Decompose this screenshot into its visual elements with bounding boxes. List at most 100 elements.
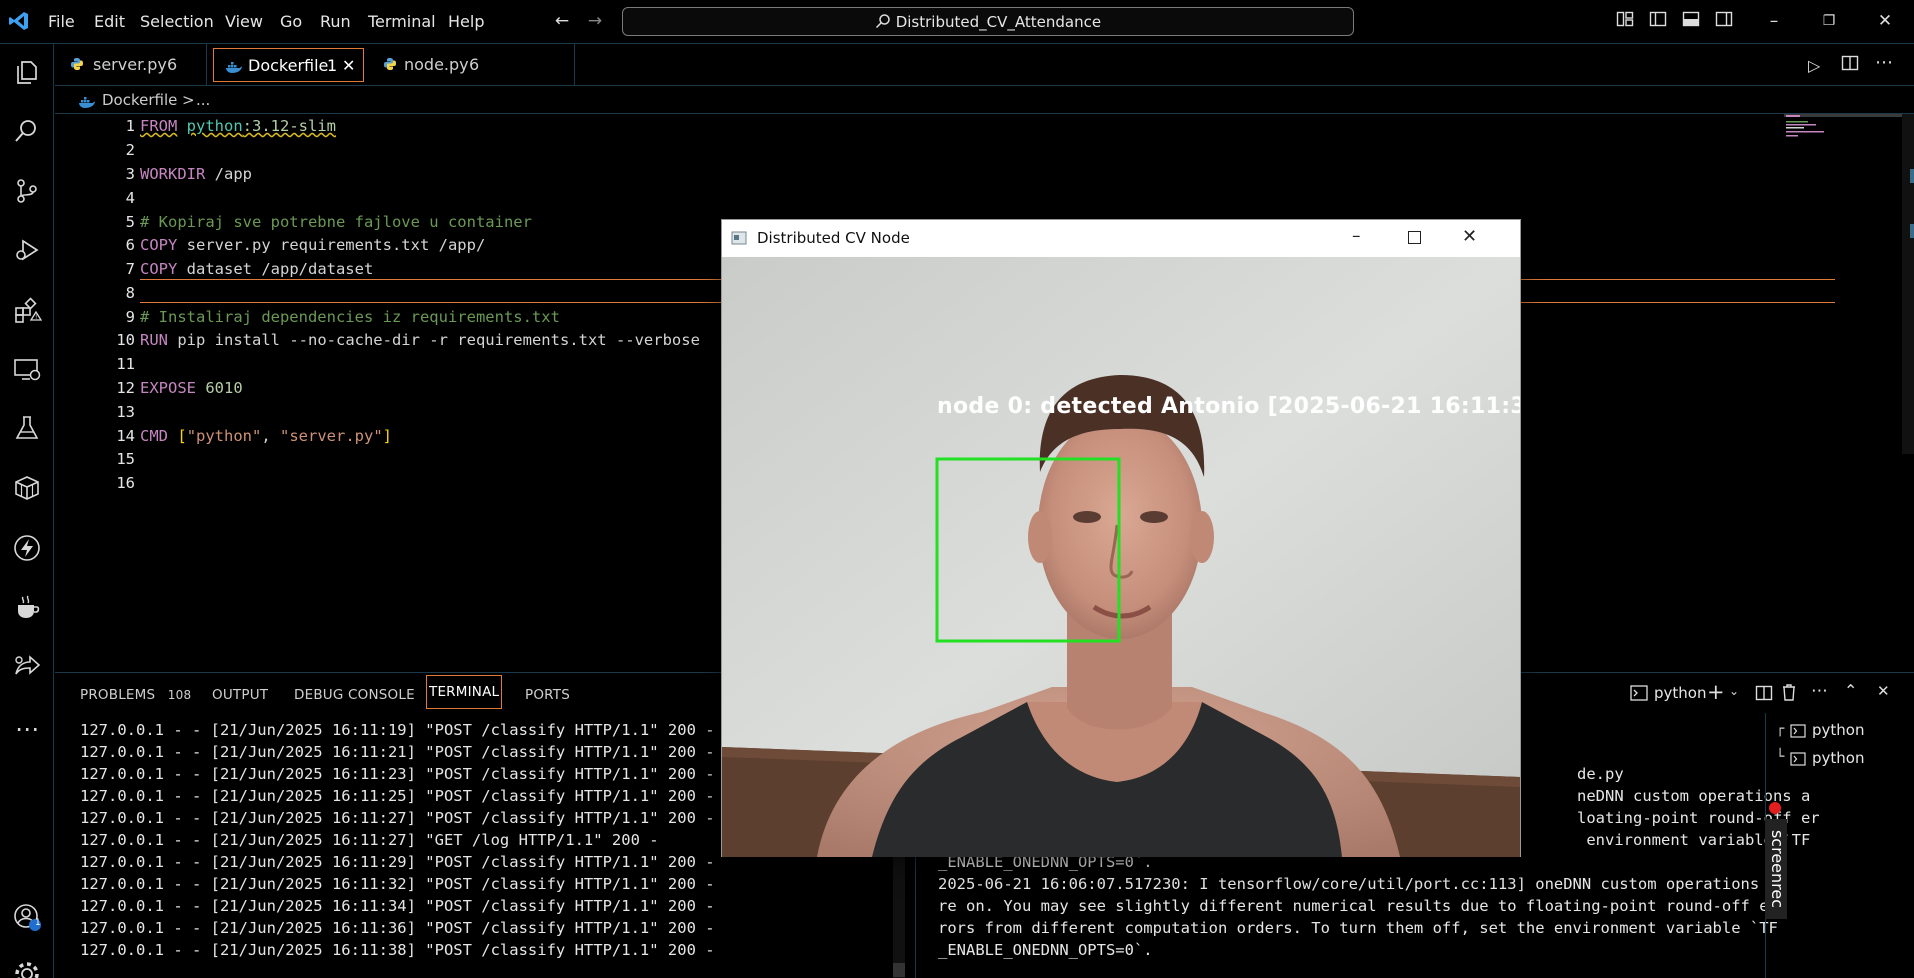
extensions-icon[interactable]: !	[10, 296, 44, 330]
minimap[interactable]	[1784, 114, 1909, 144]
search-text: Distributed_CV_Attendance	[895, 13, 1102, 31]
python-icon	[71, 55, 83, 74]
cv-node-window[interactable]: Distributed CV Node – ✕ node 0: detected…	[721, 219, 1521, 857]
close-icon[interactable]: ✕	[1874, 10, 1896, 32]
tab-problems[interactable]: PROBLEMS 108	[80, 687, 191, 703]
toggle-primary-sidebar-icon[interactable]	[1647, 10, 1669, 32]
new-terminal-plus-icon[interactable]: +	[1707, 680, 1725, 704]
terminal-line: 127.0.0.1 - - [21/Jun/2025 16:11:25] "PO…	[80, 787, 715, 805]
line-number: 8	[125, 284, 135, 302]
menu-go[interactable]: Go	[280, 12, 302, 31]
record-icon	[1769, 802, 1781, 814]
java-coffee-icon[interactable]	[10, 593, 44, 627]
toggle-secondary-sidebar-icon[interactable]	[1713, 10, 1735, 32]
split-terminal-icon[interactable]	[1755, 684, 1773, 706]
line-number: 3	[125, 165, 135, 183]
window-app-icon	[731, 230, 747, 250]
terminal-list-item[interactable]: └ python	[1776, 749, 1911, 771]
problems-count-badge: 108	[167, 688, 192, 702]
minimize-icon[interactable]: –	[1352, 226, 1361, 246]
back-arrow-icon[interactable]: ←	[551, 10, 573, 32]
explorer-icon[interactable]	[10, 58, 44, 92]
line-number: 11	[116, 355, 135, 373]
terminal-icon	[1790, 751, 1806, 770]
cv-window-titlebar[interactable]: Distributed CV Node – ✕	[722, 220, 1520, 257]
tab-node-py[interactable]: node.py 6	[370, 44, 575, 86]
containers-icon[interactable]	[10, 474, 44, 508]
tab-problem-badge: 6	[469, 55, 480, 74]
terminal-line: rors from different computation orders. …	[938, 919, 1778, 937]
line-number: 7	[125, 260, 135, 278]
live-share-icon[interactable]	[10, 652, 44, 686]
code-line-1: FROM python:3.12-slim	[140, 117, 336, 135]
code-line-9: # Instaliraj dependencies iz requirement…	[140, 308, 560, 326]
command-center-search[interactable]: Distributed_CV_Attendance	[622, 7, 1354, 36]
terminal-line: 127.0.0.1 - - [21/Jun/2025 16:11:19] "PO…	[80, 721, 715, 739]
menu-help[interactable]: Help	[448, 12, 484, 31]
editor-scrollbar[interactable]	[1902, 114, 1914, 454]
terminal-list: ┌ python └ python	[1765, 713, 1914, 978]
screenrec-label: screenrec	[1765, 819, 1787, 919]
search-icon[interactable]	[10, 117, 44, 151]
tab-problem-badge: 6	[167, 55, 178, 74]
code-line-3: WORKDIR /app	[140, 165, 252, 183]
menu-edit[interactable]: Edit	[94, 12, 125, 31]
line-number: 14	[116, 427, 135, 445]
more-actions-icon[interactable]: ⋯	[1811, 681, 1828, 701]
code-line-6: COPY server.py requirements.txt /app/	[140, 236, 486, 254]
tab-terminal[interactable]: TERMINAL	[426, 675, 503, 709]
maximize-icon[interactable]	[1408, 231, 1421, 244]
maximize-panel-icon[interactable]: ⌃	[1844, 681, 1857, 700]
tab-ports[interactable]: PORTS	[525, 687, 570, 703]
breadcrumb-more[interactable]: ...	[196, 91, 210, 109]
terminal-profile-label[interactable]: python	[1654, 684, 1706, 702]
testing-flask-icon[interactable]	[10, 414, 44, 448]
line-number: 15	[116, 450, 135, 468]
accounts-icon[interactable]: 1	[10, 902, 44, 936]
menu-terminal[interactable]: Terminal	[368, 12, 436, 31]
tab-debug-console[interactable]: DEBUG CONSOLE	[294, 687, 415, 703]
tab-dockerfile[interactable]: Dockerfile 1 ✕	[213, 48, 364, 82]
split-editor-icon[interactable]	[1841, 54, 1859, 76]
close-icon[interactable]: ✕	[1462, 226, 1477, 247]
run-file-icon[interactable]: ▷	[1808, 56, 1820, 75]
menu-file[interactable]: File	[48, 12, 75, 31]
screenrec-widget[interactable]: screenrec	[1764, 800, 1787, 919]
toggle-panel-icon[interactable]	[1680, 10, 1702, 32]
customize-layout-icon[interactable]	[1614, 10, 1636, 32]
more-icon[interactable]: ⋯	[10, 712, 44, 746]
breadcrumb-file[interactable]: Dockerfile	[102, 91, 177, 109]
line-number: 16	[116, 474, 135, 492]
terminal-line: 2025-06-21 16:06:07.517230: I tensorflow…	[938, 875, 1778, 893]
source-control-icon[interactable]	[10, 177, 44, 211]
restore-icon[interactable]: ❐	[1818, 10, 1840, 32]
terminal-line: 127.0.0.1 - - [21/Jun/2025 16:11:29] "PO…	[80, 853, 715, 871]
terminal-line: 127.0.0.1 - - [21/Jun/2025 16:11:38] "PO…	[80, 941, 715, 959]
terminal-line: de.py	[1577, 765, 1624, 783]
lightning-icon[interactable]	[10, 533, 44, 567]
code-line-14: CMD ["python", "server.py"]	[140, 427, 393, 445]
menu-selection[interactable]: Selection	[140, 12, 214, 31]
line-number: 13	[116, 403, 135, 421]
tab-problem-badge: 1	[327, 56, 338, 75]
terminal-line: 127.0.0.1 - - [21/Jun/2025 16:11:23] "PO…	[80, 765, 715, 783]
run-debug-icon[interactable]	[10, 236, 44, 270]
tab-output[interactable]: OUTPUT	[212, 687, 268, 703]
terminal-list-item[interactable]: ┌ python	[1776, 721, 1911, 743]
terminal-line: 127.0.0.1 - - [21/Jun/2025 16:11:36] "PO…	[80, 919, 715, 937]
tab-close-icon[interactable]: ✕	[342, 56, 355, 75]
chevron-down-icon[interactable]: ⌄	[1729, 684, 1739, 698]
manage-gear-icon[interactable]	[10, 959, 44, 978]
menu-view[interactable]: View	[225, 12, 263, 31]
tab-server-py[interactable]: server.py 6	[55, 44, 207, 86]
terminal-icon	[1630, 685, 1648, 705]
camera-frame-image: node 0: detected Antonio [2025-06-21 16:…	[722, 257, 1520, 857]
forward-arrow-icon[interactable]: →	[584, 10, 606, 32]
close-panel-icon[interactable]: ✕	[1877, 682, 1890, 700]
menu-run[interactable]: Run	[320, 12, 351, 31]
minimize-icon[interactable]: –	[1763, 10, 1785, 32]
more-actions-icon[interactable]: ⋯	[1875, 52, 1893, 73]
line-number: 2	[125, 141, 135, 159]
remote-explorer-icon[interactable]	[10, 355, 44, 389]
trash-icon[interactable]	[1781, 683, 1797, 705]
